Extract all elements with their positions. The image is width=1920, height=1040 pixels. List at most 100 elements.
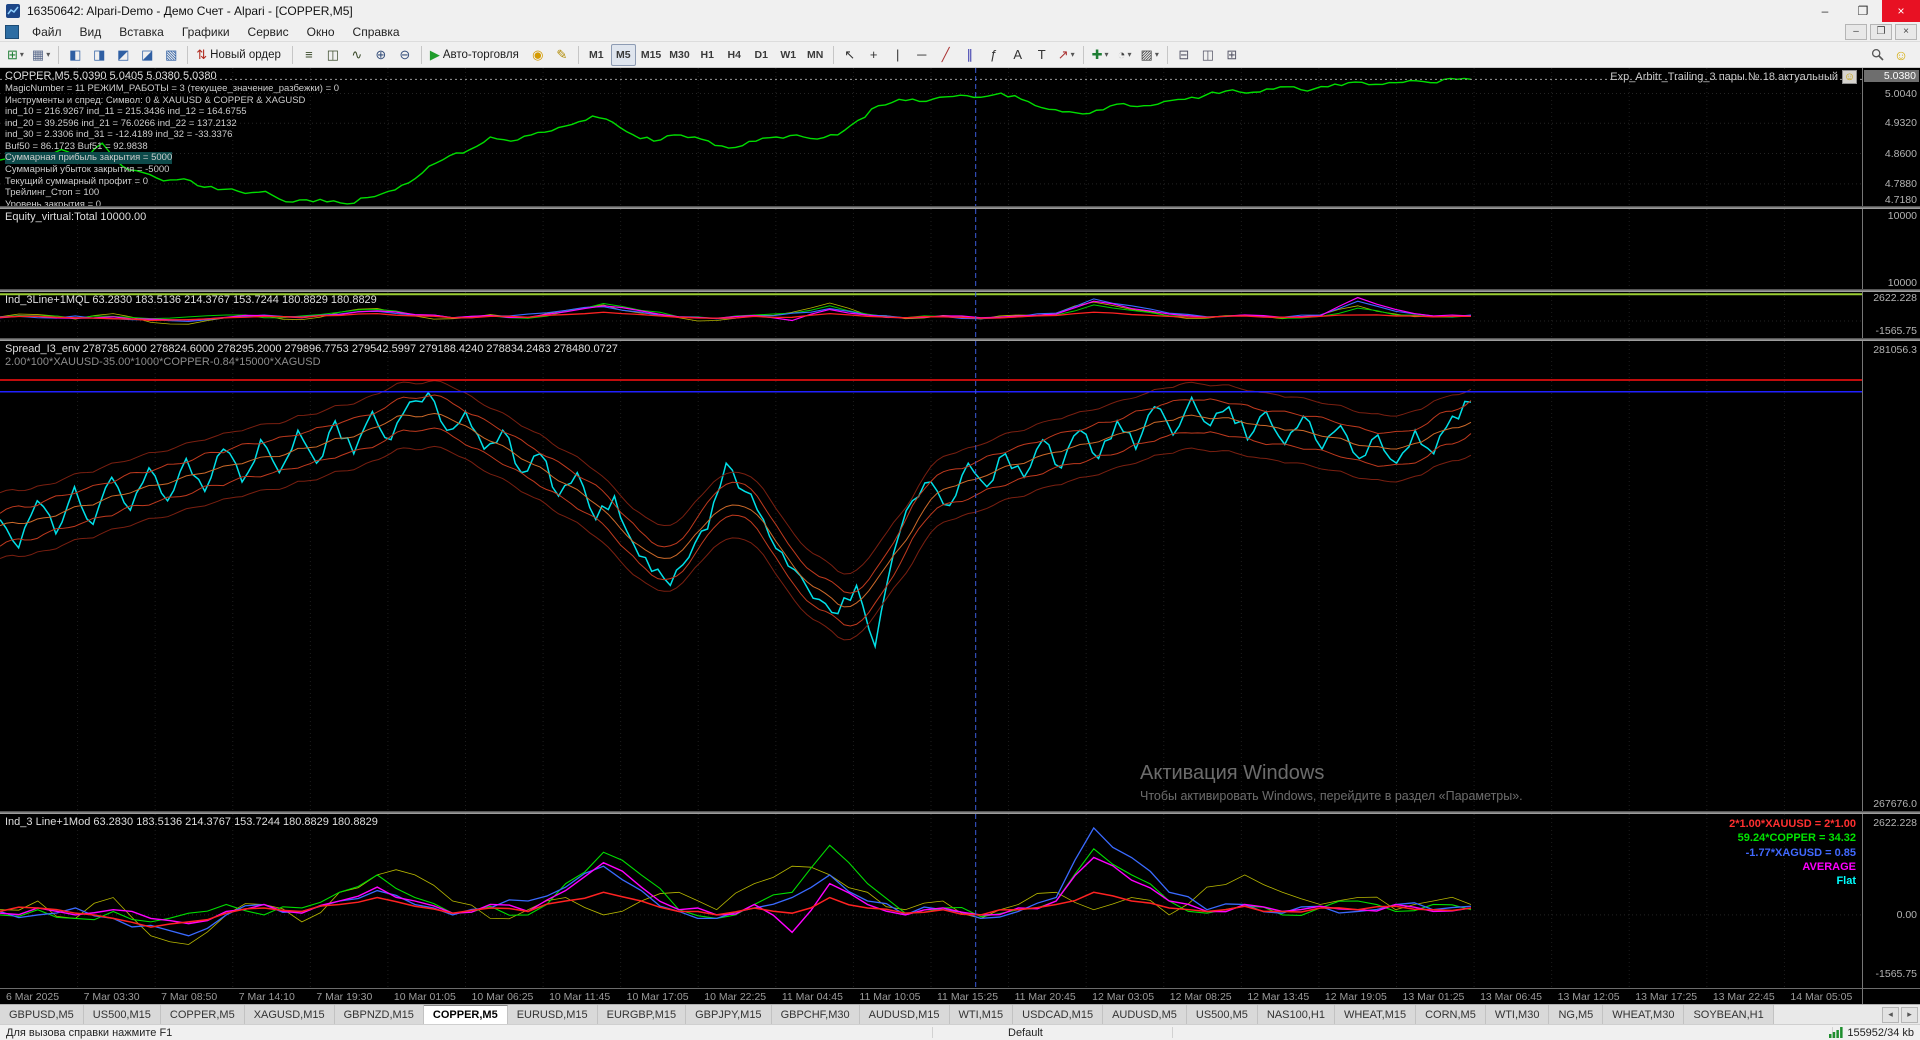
profiles-button[interactable]: ▦ ▾ [29,44,53,66]
status-profile[interactable]: Default [1008,1027,1043,1039]
mql5-community-button[interactable]: ◉ [527,44,549,66]
indicators-button[interactable]: ✚ ▾ [1089,44,1112,66]
ind3line-mql-pane[interactable]: Ind_3Line+1MQL 63.2830 183.5136 214.3767… [0,292,1862,338]
menu-вид[interactable]: Вид [71,23,111,41]
timeframe-h1-button[interactable]: H1 [695,44,720,66]
chart-tab-copp-er-m5[interactable]: COPP​ER,M5 [423,1005,508,1024]
community-smiley-button[interactable]: ☺ [1890,44,1912,66]
search-icon [1871,48,1884,61]
tab-scroll-left-icon[interactable]: ◂ [1882,1006,1899,1023]
fibonacci-icon: ƒ [990,47,998,62]
ind3line-mql-pane-price-scale[interactable]: 2622.228 -1565.75 [1862,292,1920,338]
ind3line-mod-pane-header: Ind_3 Line+1Mod 63.2830 183.5136 214.376… [5,816,378,828]
menu-вставка[interactable]: Вставка [110,23,173,41]
mdi-minimize-button[interactable]: – [1845,23,1867,40]
new-order-button[interactable]: ⇅ Новый ордер [193,44,287,66]
menu-сервис[interactable]: Сервис [239,23,298,41]
autotrading-button[interactable]: ▶ Авто-торговля [427,44,525,66]
expert-smiley-icon[interactable]: ☺ [1842,70,1857,84]
chart-tab-gbpusd-m5[interactable]: GBPUSD,M5 [0,1005,84,1024]
scale-label: 4.8600 [1884,147,1917,160]
chart-tab-soybean-h1[interactable]: SOYBEAN,H1 [1684,1005,1774,1024]
market-watch-button[interactable]: ◧ [64,44,86,66]
candlestick-button[interactable]: ◫ [322,44,344,66]
cursor-button[interactable]: ↖ [839,44,861,66]
time-axis[interactable]: 6 Mar 2025 7 Mar 03:30 7 Mar 08:50 7 Mar 14… [0,988,1862,1004]
spread-env-pane[interactable]: Spread_I3_env 278735.6000 278824.6000 27… [0,341,1862,811]
timeframe-w1-button[interactable]: W1 [776,44,801,66]
chart-tab-wheat-m15[interactable]: WHEAT,M15 [1334,1005,1417,1024]
ind3line-mod-pane[interactable]: Ind_3 Line+1Mod 63.2830 183.5136 214.376… [0,814,1862,988]
arrows-button[interactable]: ↗ ▾ [1055,44,1078,66]
chart-tab-xagusd-m15[interactable]: XAGUSD,M15 [244,1005,335,1024]
line-chart-button[interactable]: ∿ [346,44,368,66]
search-button[interactable] [1866,44,1888,66]
menu-справка[interactable]: Справка [344,23,409,41]
bar-chart-button[interactable]: ≡ [298,44,320,66]
maximize-button[interactable]: ❐ [1844,0,1882,22]
chart-tab-wti-m15[interactable]: WTI,M15 [949,1005,1014,1024]
spread-env-pane-price-scale[interactable]: 281056.3 267676.0 [1862,341,1920,811]
zoom-in-button[interactable]: ⊕ [370,44,392,66]
chart-tab-audusd-m15[interactable]: AUDUSD,M15 [859,1005,950,1024]
equity-pane[interactable]: Equity_virtual:Total 10000.00 [0,209,1862,289]
chart-tab-gbpchf-m30[interactable]: GBPCHF,M30 [771,1005,860,1024]
templates-button[interactable]: ▨ ▾ [1138,44,1162,66]
text-button[interactable]: A [1007,44,1029,66]
minimize-button[interactable]: – [1806,0,1844,22]
tile-vertical-button[interactable]: ◫ [1197,44,1219,66]
new-chart-button[interactable]: ⊞ ▾ [4,44,27,66]
price-pane-price-scale[interactable]: 5.0380 5.0040 4.9320 4.8600 4.7880 4.7180 [1862,68,1920,206]
timeframe-d1-button[interactable]: D1 [749,44,774,66]
chart-tab-copper-m5[interactable]: COPPER,M5 [160,1005,245,1024]
ind3line-mod-pane-price-scale[interactable]: 2622.228 0.00 -1565.75 [1862,814,1920,988]
chevron-down-icon: ▾ [46,50,51,59]
navigator-button[interactable]: ◩ [112,44,134,66]
mdi-restore-button[interactable]: ❐ [1870,23,1892,40]
overlay-line: MagicNumber = 11 РЕЖИМ_РАБОТЫ = 3 (текущ… [5,83,339,95]
equity-pane-price-scale[interactable]: 10000 10000 [1862,209,1920,289]
tab-scroll-right-icon[interactable]: ▸ [1901,1006,1918,1023]
channel-button[interactable]: ∥ [959,44,981,66]
timeframe-h4-button[interactable]: H4 [722,44,747,66]
label-button[interactable]: T [1031,44,1053,66]
timeframe-m15-button[interactable]: M15 [638,44,664,66]
chart-tab-eurusd-m15[interactable]: EURUSD,M15 [507,1005,598,1024]
chart-tab-nas100-h1[interactable]: NAS100,H1 [1257,1005,1335,1024]
timeframe-m30-button[interactable]: M30 [666,44,692,66]
vertical-line-button[interactable]: | [887,44,909,66]
mdi-close-button[interactable]: × [1895,23,1917,40]
timeframe-mn-button[interactable]: MN [803,44,828,66]
metaeditor-button[interactable]: ✎ [551,44,573,66]
menu-файл[interactable]: Файл [23,23,71,41]
menu-окно[interactable]: Окно [298,23,344,41]
chart-tab-eurgbp-m15[interactable]: EURGBP,M15 [597,1005,687,1024]
trendline-button[interactable]: ╱ [935,44,957,66]
strategy-tester-button[interactable]: ▧ [160,44,182,66]
horizontal-line-button[interactable]: ─ [911,44,933,66]
menu-графики[interactable]: Графики [173,23,239,41]
chart-tab-corn-m5[interactable]: CORN,M5 [1416,1005,1486,1024]
terminal-button[interactable]: ◪ [136,44,158,66]
price-pane[interactable]: COPPER,M5 5.0390 5.0405 5.0380 5.0380 Mag… [0,68,1862,206]
chart-tab-gbpjpy-m15[interactable]: GBPJPY,M15 [686,1005,772,1024]
timeframe-m5-button[interactable]: M5 [610,43,636,66]
close-button[interactable]: × [1882,0,1920,22]
periods-button[interactable]: ◔ ▾ [1114,44,1136,66]
chart-tab-usdcad-m15[interactable]: USDCAD,M15 [1013,1005,1104,1024]
chart-tab-audusd-m5[interactable]: AUDUSD,M5 [1103,1005,1187,1024]
chart-tab-us500-m15[interactable]: US500,M15 [83,1005,161,1024]
crosshair-button[interactable]: + [863,44,885,66]
chart-tab-wheat-m30[interactable]: WHEAT,M30 [1603,1005,1685,1024]
timeframe-m1-button[interactable]: M1 [584,44,609,66]
data-window-button[interactable]: ◨ [88,44,110,66]
chart-tab-us500-m5[interactable]: US500,M5 [1186,1005,1258,1024]
cascade-windows-button[interactable]: ⊞ [1221,44,1243,66]
tile-horizontal-button[interactable]: ⊟ [1173,44,1195,66]
fibonacci-button[interactable]: ƒ [983,44,1005,66]
time-label: 10 Mar 06:25 [471,991,534,1003]
zoom-out-button[interactable]: ⊖ [394,44,416,66]
chart-tab-wti-m30[interactable]: WTI,M30 [1485,1005,1550,1024]
chart-tab-gbpnzd-m15[interactable]: GBPNZD,M15 [334,1005,424,1024]
chart-tab-ng-m5[interactable]: NG,M5 [1549,1005,1604,1024]
